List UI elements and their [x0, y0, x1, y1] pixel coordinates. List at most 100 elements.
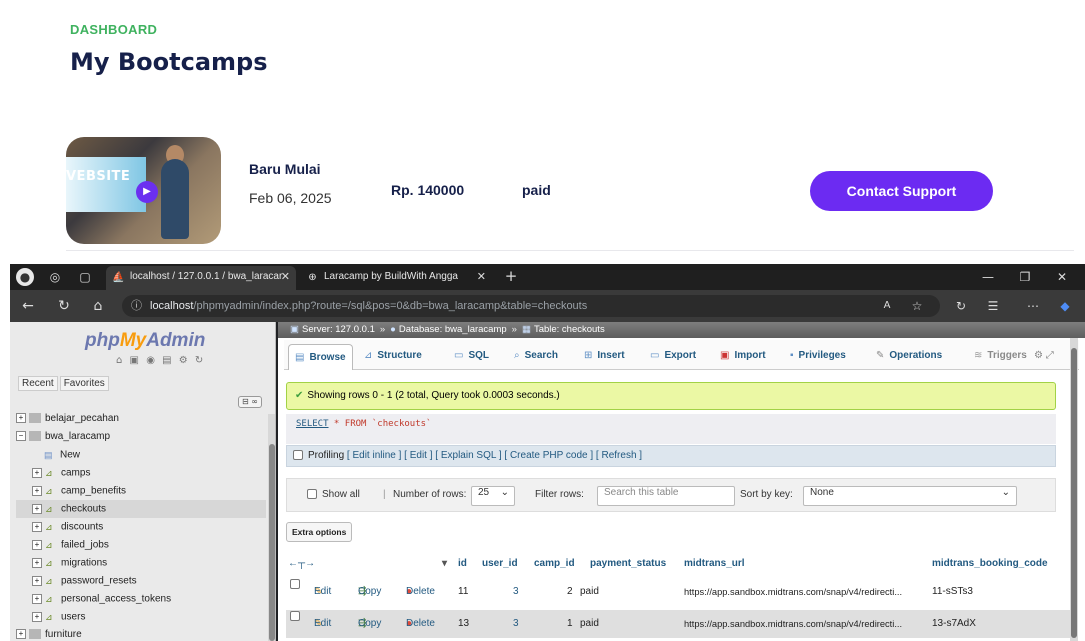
tab-phpmyadmin[interactable]: ⛵ localhost / 127.0.0.1 / bwa_laracar ✕	[106, 266, 296, 290]
expand-icon[interactable]: +	[32, 468, 42, 478]
tab-laracamp[interactable]: ⊕ Laracamp by BuildWith Angga ✕	[300, 266, 500, 290]
expand-icon[interactable]: +	[32, 558, 42, 568]
tab-search[interactable]: ⌕ Search	[514, 345, 558, 367]
tree-table-password-resets[interactable]: + ⊿ password_resets	[16, 572, 266, 590]
column-arrows-icon[interactable]: ←┬→	[288, 554, 315, 574]
close-icon[interactable]: ✕	[477, 266, 486, 288]
cell-camp-id[interactable]: 1	[567, 610, 573, 638]
home-icon[interactable]: ⌂	[88, 296, 108, 316]
play-icon[interactable]: ▶	[136, 181, 158, 203]
favorite-star-icon[interactable]: ☆	[906, 296, 928, 316]
reload-icon[interactable]: ↻	[54, 296, 74, 316]
profiling-checkbox[interactable]	[293, 450, 303, 461]
num-rows-select[interactable]: 25 ⌄	[471, 486, 515, 506]
checkbox[interactable]	[290, 611, 300, 621]
tab-operations[interactable]: ✎ Operations	[876, 345, 942, 367]
col-user-id[interactable]: user_id	[482, 554, 518, 574]
expand-icon[interactable]: +	[32, 504, 42, 514]
tab-triggers[interactable]: ≋ Triggers	[974, 345, 1027, 367]
tab-privileges[interactable]: ▪ Privileges	[790, 345, 846, 367]
reload-nav-icon[interactable]: ↻	[195, 355, 205, 366]
recent-tab[interactable]: Recent	[18, 376, 58, 391]
more-icon[interactable]: ⋯	[1022, 296, 1044, 316]
nav-scrollbar[interactable]	[268, 414, 275, 641]
info-icon[interactable]: ⓘ	[131, 295, 142, 317]
col-payment-status[interactable]: payment_status	[590, 554, 666, 574]
tree-table-users[interactable]: + ⊿ users	[16, 608, 266, 626]
expand-icon[interactable]: +	[32, 612, 42, 622]
favorites-tab[interactable]: Favorites	[59, 376, 109, 391]
cell-midtrans-url[interactable]: https://app.sandbox.midtrans.com/snap/v4…	[684, 610, 902, 638]
tree-table-camps[interactable]: + ⊿ camps	[16, 464, 266, 482]
query-links[interactable]: [ Edit inline ] [ Edit ] [ Explain SQL ]…	[347, 450, 642, 461]
show-all-checkbox[interactable]	[307, 489, 317, 500]
tab-import[interactable]: ▣ Import	[720, 345, 766, 367]
scrollbar-thumb[interactable]	[1071, 348, 1077, 638]
tab-insert[interactable]: ⊞ Insert	[584, 345, 625, 367]
tree-table-migrations[interactable]: + ⊿ migrations	[16, 554, 266, 572]
col-midtrans-booking-code[interactable]: midtrans_booking_code	[932, 554, 1048, 574]
scrollbar-thumb[interactable]	[269, 444, 275, 641]
tree-new-table[interactable]: ▤ New	[16, 446, 266, 464]
show-all-control[interactable]: Show all	[307, 479, 360, 511]
col-midtrans-url[interactable]: midtrans_url	[684, 554, 745, 574]
col-camp-id[interactable]: camp_id	[534, 554, 575, 574]
restore-icon[interactable]: ❐	[1007, 264, 1043, 290]
contact-support-button[interactable]: Contact Support	[810, 171, 993, 211]
breadcrumb-table[interactable]: Table: checkouts	[534, 324, 605, 335]
cell-booking-code[interactable]: 13-s7AdX	[932, 610, 976, 638]
expand-icon[interactable]: +	[32, 594, 42, 604]
tree-table-personal-access-tokens[interactable]: + ⊿ personal_access_tokens	[16, 590, 266, 608]
back-icon[interactable]: ←	[18, 296, 38, 316]
exit-icon[interactable]: ▣	[130, 355, 141, 366]
checkbox[interactable]	[290, 579, 300, 589]
cell-id[interactable]: 11	[458, 578, 468, 606]
docs-icon[interactable]: ▤	[162, 355, 173, 366]
tree-table-checkouts[interactable]: + ⊿ checkouts	[16, 500, 266, 518]
help-icon[interactable]: ◉	[146, 355, 157, 366]
sql-query-box[interactable]: SELECT * FROM `checkouts`	[286, 414, 1056, 444]
expand-icon[interactable]: +	[32, 522, 42, 532]
cell-payment-status[interactable]: paid	[580, 578, 599, 606]
breadcrumb-database[interactable]: Database: bwa_laracamp	[399, 324, 507, 335]
col-id[interactable]: id	[458, 554, 467, 574]
sql-keyword[interactable]: SELECT	[296, 419, 329, 429]
content-scrollbar[interactable]	[1070, 338, 1078, 641]
expand-icon[interactable]: +	[16, 413, 26, 424]
cell-midtrans-url[interactable]: https://app.sandbox.midtrans.com/snap/v4…	[684, 578, 902, 606]
favorites-icon[interactable]: ☰	[982, 296, 1004, 316]
tab-export[interactable]: ▭ Export	[650, 345, 696, 367]
cell-camp-id[interactable]: 2	[567, 578, 573, 606]
tree-table-failed-jobs[interactable]: + ⊿ failed_jobs	[16, 536, 266, 554]
workspaces-icon[interactable]: ◎	[46, 268, 64, 286]
pma-quick-icons[interactable]: ⌂ ▣ ◉ ▤ ⚙ ↻	[116, 355, 205, 366]
cell-user-id[interactable]: 3	[513, 610, 519, 638]
minimize-icon[interactable]: —	[970, 264, 1006, 290]
collapse-all-button[interactable]: ⊟ ∞	[238, 396, 262, 408]
cell-user-id[interactable]: 3	[513, 578, 519, 606]
tree-db-bwa-laracamp[interactable]: − bwa_laracamp	[16, 428, 266, 446]
tab-structure[interactable]: ⊿ Structure	[364, 345, 422, 367]
url-bar[interactable]: ⓘ localhost/phpmyadmin/index.php?route=/…	[122, 295, 940, 317]
tab-browse[interactable]: ▤ Browse	[288, 344, 353, 370]
tree-db-furniture[interactable]: + furniture	[16, 626, 266, 641]
tree-db-belajar-pecahan[interactable]: + belajar_pecahan	[16, 410, 266, 428]
refresh-extension-icon[interactable]: ↻	[950, 296, 972, 316]
copilot-icon[interactable]: ◆	[1054, 296, 1076, 316]
sort-arrow-icon[interactable]: ▾	[442, 554, 447, 574]
tab-sql[interactable]: ▭ SQL	[454, 345, 489, 367]
cell-id[interactable]: 13	[458, 610, 469, 638]
window-close-icon[interactable]: ✕	[1044, 264, 1080, 290]
filter-rows-input[interactable]: Search this table	[597, 486, 735, 506]
read-aloud-icon[interactable]: A	[876, 296, 898, 316]
extra-options-button[interactable]: Extra options	[286, 522, 353, 542]
tree-table-discounts[interactable]: + ⊿ discounts	[16, 518, 266, 536]
profile-icon[interactable]: ●	[16, 268, 34, 286]
expand-icon[interactable]: +	[32, 486, 42, 496]
collapse-icon[interactable]: −	[16, 431, 26, 442]
tab-actions-icon[interactable]: ▢	[76, 268, 94, 286]
sort-by-select[interactable]: None ⌄	[803, 486, 1017, 506]
expand-icon[interactable]: +	[32, 576, 42, 586]
breadcrumb-server[interactable]: Server: 127.0.0.1	[302, 324, 375, 335]
home-icon[interactable]: ⌂	[116, 355, 124, 366]
